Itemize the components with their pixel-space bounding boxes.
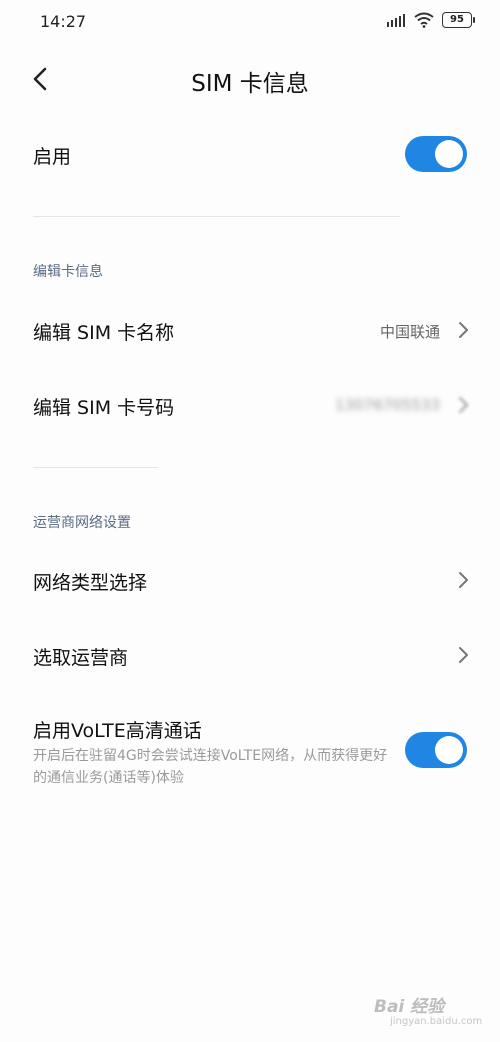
divider: [33, 467, 158, 468]
sim-number-value: 13076705533: [335, 396, 440, 414]
edit-sim-number-label: 编辑 SIM 卡号码: [33, 397, 175, 419]
chevron-right-icon: [459, 647, 468, 663]
edit-sim-number-row[interactable]: 编辑 SIM 卡号码 13076705533: [0, 375, 500, 437]
status-time: 14:27: [40, 12, 87, 31]
volte-label: 启用VoLTE高清通话: [33, 720, 202, 742]
volte-toggle[interactable]: [405, 732, 467, 768]
section-title-edit: 编辑卡信息: [33, 264, 103, 280]
network-type-row[interactable]: 网络类型选择: [0, 550, 500, 612]
edit-sim-name-row[interactable]: 编辑 SIM 卡名称 中国联通: [0, 300, 500, 362]
wifi-icon: [414, 12, 434, 28]
watermark-text: Bai 经验: [374, 997, 445, 1017]
volte-description: 开启后在驻留4G时会尝试连接VoLTE网络，从而获得更好的通信业务(通话等)体验: [33, 748, 388, 786]
toggle-knob: [435, 736, 463, 764]
watermark-url: jingyan.baidu.com: [390, 1016, 483, 1027]
volte-row[interactable]: 启用VoLTE高清通话 开启后在驻留4G时会尝试连接VoLTE网络，从而获得更好…: [0, 708, 500, 798]
chevron-right-icon: [459, 322, 468, 338]
chevron-right-icon: [459, 572, 468, 588]
status-bar: 14:27 95: [0, 0, 500, 44]
page-title: SIM 卡信息: [191, 71, 309, 97]
network-type-label: 网络类型选择: [33, 572, 148, 594]
sim-name-value: 中国联通: [379, 323, 440, 341]
section-title-carrier: 运营商网络设置: [33, 515, 131, 531]
choose-carrier-label: 选取运营商: [33, 647, 129, 669]
battery-icon: 95: [442, 12, 475, 28]
edit-sim-name-label: 编辑 SIM 卡名称: [33, 322, 175, 344]
choose-carrier-row[interactable]: 选取运营商: [0, 625, 500, 687]
toggle-knob: [435, 140, 463, 168]
enable-toggle[interactable]: [405, 136, 467, 172]
signal-icon: [387, 14, 405, 27]
baidu-watermark: Bai 经验 jingyan.baidu.com: [368, 990, 486, 1036]
chevron-right-icon: [459, 397, 468, 413]
status-icons: 95: [386, 12, 475, 28]
enable-label: 启用: [33, 146, 72, 168]
enable-row[interactable]: 启用: [0, 124, 500, 186]
header: SIM 卡信息: [0, 52, 500, 108]
divider: [33, 216, 400, 217]
